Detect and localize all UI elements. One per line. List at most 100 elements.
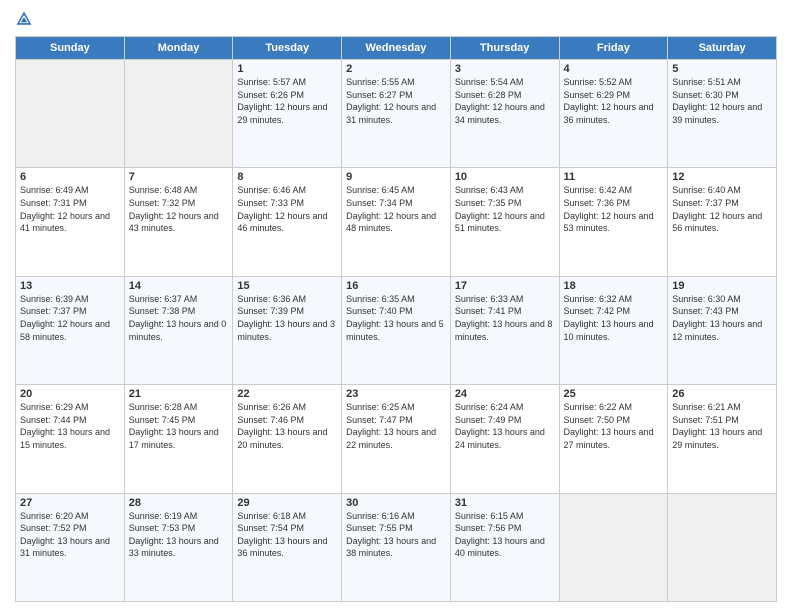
day-cell: 13Sunrise: 6:39 AMSunset: 7:37 PMDayligh… xyxy=(16,276,125,384)
day-cell: 14Sunrise: 6:37 AMSunset: 7:38 PMDayligh… xyxy=(124,276,233,384)
day-number: 6 xyxy=(20,171,120,183)
day-number: 17 xyxy=(455,280,555,292)
day-number: 12 xyxy=(672,171,772,183)
day-info: Sunrise: 6:40 AMSunset: 7:37 PMDaylight:… xyxy=(672,184,772,234)
day-info: Sunrise: 6:48 AMSunset: 7:32 PMDaylight:… xyxy=(129,184,229,234)
day-number: 27 xyxy=(20,497,120,509)
day-info: Sunrise: 6:32 AMSunset: 7:42 PMDaylight:… xyxy=(564,293,664,343)
logo-icon xyxy=(15,10,33,28)
day-info: Sunrise: 5:54 AMSunset: 6:28 PMDaylight:… xyxy=(455,76,555,126)
day-info: Sunrise: 5:57 AMSunset: 6:26 PMDaylight:… xyxy=(237,76,337,126)
day-info: Sunrise: 6:35 AMSunset: 7:40 PMDaylight:… xyxy=(346,293,446,343)
day-info: Sunrise: 6:24 AMSunset: 7:49 PMDaylight:… xyxy=(455,401,555,451)
day-info: Sunrise: 6:18 AMSunset: 7:54 PMDaylight:… xyxy=(237,510,337,560)
calendar-header-row: SundayMondayTuesdayWednesdayThursdayFrid… xyxy=(16,37,777,60)
day-cell: 3Sunrise: 5:54 AMSunset: 6:28 PMDaylight… xyxy=(450,60,559,168)
day-info: Sunrise: 6:30 AMSunset: 7:43 PMDaylight:… xyxy=(672,293,772,343)
day-cell: 17Sunrise: 6:33 AMSunset: 7:41 PMDayligh… xyxy=(450,276,559,384)
day-cell xyxy=(559,493,668,601)
day-info: Sunrise: 5:52 AMSunset: 6:29 PMDaylight:… xyxy=(564,76,664,126)
day-number: 19 xyxy=(672,280,772,292)
day-number: 9 xyxy=(346,171,446,183)
week-row-4: 20Sunrise: 6:29 AMSunset: 7:44 PMDayligh… xyxy=(16,385,777,493)
day-cell: 20Sunrise: 6:29 AMSunset: 7:44 PMDayligh… xyxy=(16,385,125,493)
day-info: Sunrise: 6:25 AMSunset: 7:47 PMDaylight:… xyxy=(346,401,446,451)
day-number: 10 xyxy=(455,171,555,183)
day-number: 25 xyxy=(564,388,664,400)
day-cell: 23Sunrise: 6:25 AMSunset: 7:47 PMDayligh… xyxy=(342,385,451,493)
day-cell: 11Sunrise: 6:42 AMSunset: 7:36 PMDayligh… xyxy=(559,168,668,276)
day-number: 24 xyxy=(455,388,555,400)
day-number: 21 xyxy=(129,388,229,400)
day-number: 15 xyxy=(237,280,337,292)
day-cell: 12Sunrise: 6:40 AMSunset: 7:37 PMDayligh… xyxy=(668,168,777,276)
week-row-3: 13Sunrise: 6:39 AMSunset: 7:37 PMDayligh… xyxy=(16,276,777,384)
day-cell: 16Sunrise: 6:35 AMSunset: 7:40 PMDayligh… xyxy=(342,276,451,384)
day-cell: 10Sunrise: 6:43 AMSunset: 7:35 PMDayligh… xyxy=(450,168,559,276)
day-info: Sunrise: 6:43 AMSunset: 7:35 PMDaylight:… xyxy=(455,184,555,234)
day-cell xyxy=(16,60,125,168)
day-cell: 30Sunrise: 6:16 AMSunset: 7:55 PMDayligh… xyxy=(342,493,451,601)
header-day-saturday: Saturday xyxy=(668,37,777,60)
week-row-1: 1Sunrise: 5:57 AMSunset: 6:26 PMDaylight… xyxy=(16,60,777,168)
day-cell: 28Sunrise: 6:19 AMSunset: 7:53 PMDayligh… xyxy=(124,493,233,601)
day-cell: 26Sunrise: 6:21 AMSunset: 7:51 PMDayligh… xyxy=(668,385,777,493)
day-number: 7 xyxy=(129,171,229,183)
day-info: Sunrise: 6:49 AMSunset: 7:31 PMDaylight:… xyxy=(20,184,120,234)
day-info: Sunrise: 6:15 AMSunset: 7:56 PMDaylight:… xyxy=(455,510,555,560)
day-number: 16 xyxy=(346,280,446,292)
day-info: Sunrise: 6:33 AMSunset: 7:41 PMDaylight:… xyxy=(455,293,555,343)
day-number: 8 xyxy=(237,171,337,183)
day-number: 30 xyxy=(346,497,446,509)
day-info: Sunrise: 6:20 AMSunset: 7:52 PMDaylight:… xyxy=(20,510,120,560)
day-cell xyxy=(124,60,233,168)
day-info: Sunrise: 6:39 AMSunset: 7:37 PMDaylight:… xyxy=(20,293,120,343)
header-day-friday: Friday xyxy=(559,37,668,60)
day-info: Sunrise: 6:22 AMSunset: 7:50 PMDaylight:… xyxy=(564,401,664,451)
day-cell: 1Sunrise: 5:57 AMSunset: 6:26 PMDaylight… xyxy=(233,60,342,168)
day-number: 22 xyxy=(237,388,337,400)
header-day-monday: Monday xyxy=(124,37,233,60)
day-number: 4 xyxy=(564,63,664,75)
day-number: 5 xyxy=(672,63,772,75)
day-info: Sunrise: 6:19 AMSunset: 7:53 PMDaylight:… xyxy=(129,510,229,560)
day-cell: 19Sunrise: 6:30 AMSunset: 7:43 PMDayligh… xyxy=(668,276,777,384)
day-info: Sunrise: 6:36 AMSunset: 7:39 PMDaylight:… xyxy=(237,293,337,343)
day-cell: 29Sunrise: 6:18 AMSunset: 7:54 PMDayligh… xyxy=(233,493,342,601)
week-row-5: 27Sunrise: 6:20 AMSunset: 7:52 PMDayligh… xyxy=(16,493,777,601)
header-day-tuesday: Tuesday xyxy=(233,37,342,60)
day-info: Sunrise: 6:26 AMSunset: 7:46 PMDaylight:… xyxy=(237,401,337,451)
day-number: 18 xyxy=(564,280,664,292)
week-row-2: 6Sunrise: 6:49 AMSunset: 7:31 PMDaylight… xyxy=(16,168,777,276)
day-cell: 9Sunrise: 6:45 AMSunset: 7:34 PMDaylight… xyxy=(342,168,451,276)
day-cell: 4Sunrise: 5:52 AMSunset: 6:29 PMDaylight… xyxy=(559,60,668,168)
header-day-sunday: Sunday xyxy=(16,37,125,60)
day-cell: 8Sunrise: 6:46 AMSunset: 7:33 PMDaylight… xyxy=(233,168,342,276)
day-cell xyxy=(668,493,777,601)
day-cell: 7Sunrise: 6:48 AMSunset: 7:32 PMDaylight… xyxy=(124,168,233,276)
day-number: 28 xyxy=(129,497,229,509)
day-cell: 24Sunrise: 6:24 AMSunset: 7:49 PMDayligh… xyxy=(450,385,559,493)
day-number: 31 xyxy=(455,497,555,509)
day-number: 14 xyxy=(129,280,229,292)
day-number: 23 xyxy=(346,388,446,400)
day-number: 26 xyxy=(672,388,772,400)
header-day-thursday: Thursday xyxy=(450,37,559,60)
day-cell: 6Sunrise: 6:49 AMSunset: 7:31 PMDaylight… xyxy=(16,168,125,276)
day-number: 2 xyxy=(346,63,446,75)
day-cell: 18Sunrise: 6:32 AMSunset: 7:42 PMDayligh… xyxy=(559,276,668,384)
header-day-wednesday: Wednesday xyxy=(342,37,451,60)
day-number: 11 xyxy=(564,171,664,183)
day-cell: 25Sunrise: 6:22 AMSunset: 7:50 PMDayligh… xyxy=(559,385,668,493)
day-info: Sunrise: 6:37 AMSunset: 7:38 PMDaylight:… xyxy=(129,293,229,343)
day-cell: 22Sunrise: 6:26 AMSunset: 7:46 PMDayligh… xyxy=(233,385,342,493)
day-cell: 31Sunrise: 6:15 AMSunset: 7:56 PMDayligh… xyxy=(450,493,559,601)
calendar-table: SundayMondayTuesdayWednesdayThursdayFrid… xyxy=(15,36,777,602)
header xyxy=(15,10,777,28)
day-info: Sunrise: 6:21 AMSunset: 7:51 PMDaylight:… xyxy=(672,401,772,451)
day-number: 13 xyxy=(20,280,120,292)
page: SundayMondayTuesdayWednesdayThursdayFrid… xyxy=(0,0,792,612)
day-number: 3 xyxy=(455,63,555,75)
day-cell: 27Sunrise: 6:20 AMSunset: 7:52 PMDayligh… xyxy=(16,493,125,601)
day-number: 1 xyxy=(237,63,337,75)
